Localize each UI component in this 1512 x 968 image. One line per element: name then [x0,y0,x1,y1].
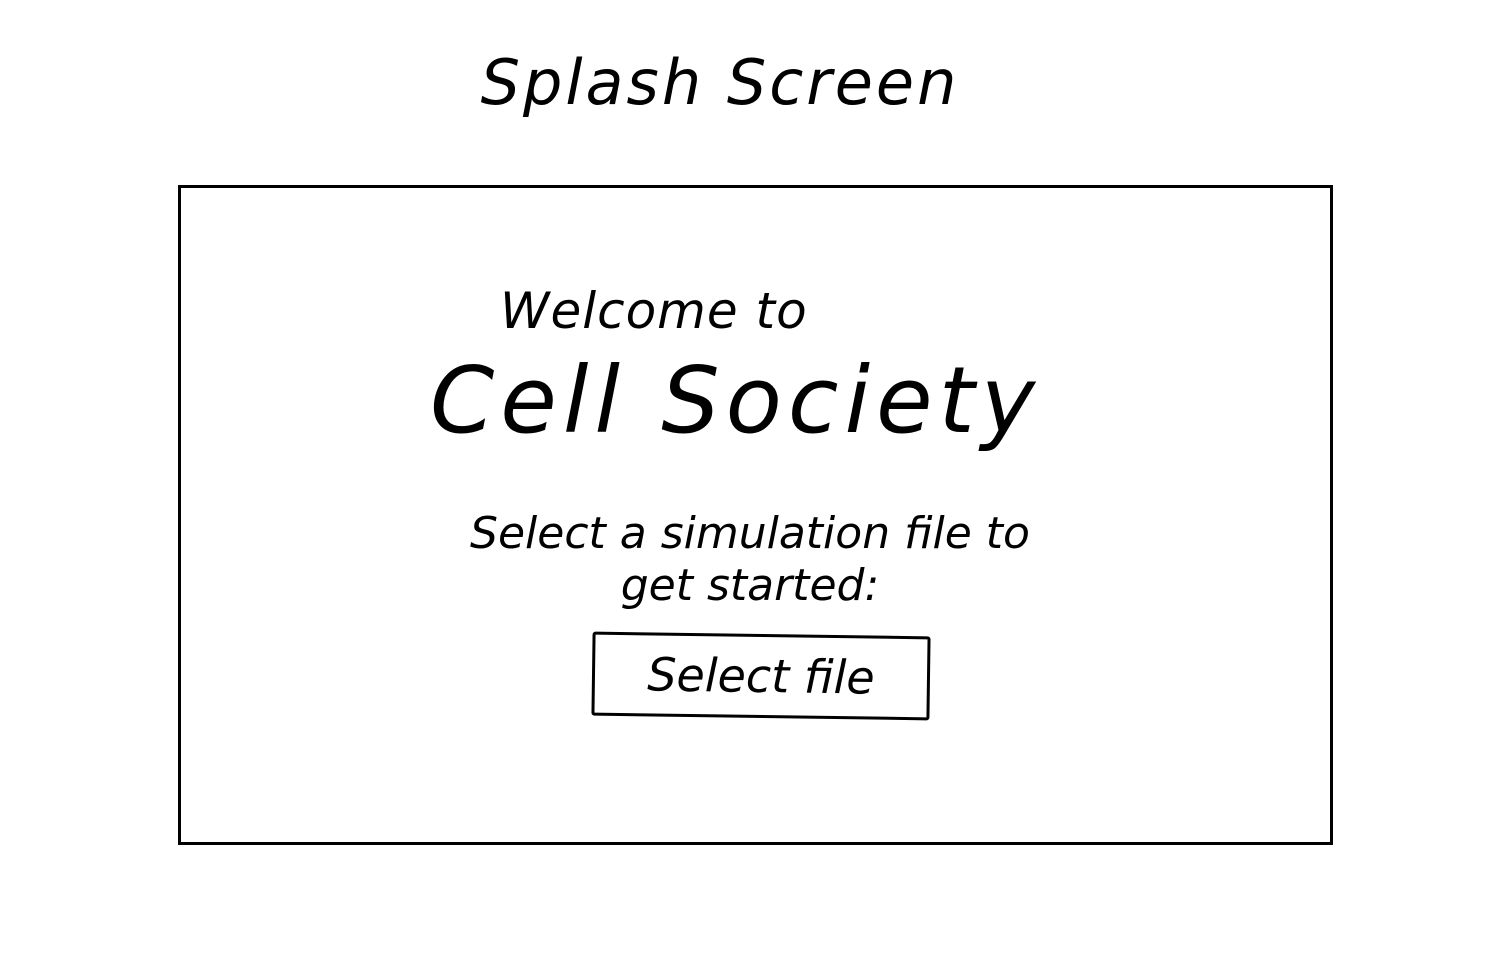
instruction-line-1: Select a simulation file to [470,508,1030,559]
sketch-title: Splash Screen [480,46,960,119]
instruction-line-2: get started: [620,560,880,611]
select-file-button[interactable]: Select file [591,631,931,721]
instruction-text: Select a simulation file to get started: [360,508,1140,612]
app-title: Cell Society [430,347,1042,454]
welcome-text: Welcome to [500,282,808,340]
